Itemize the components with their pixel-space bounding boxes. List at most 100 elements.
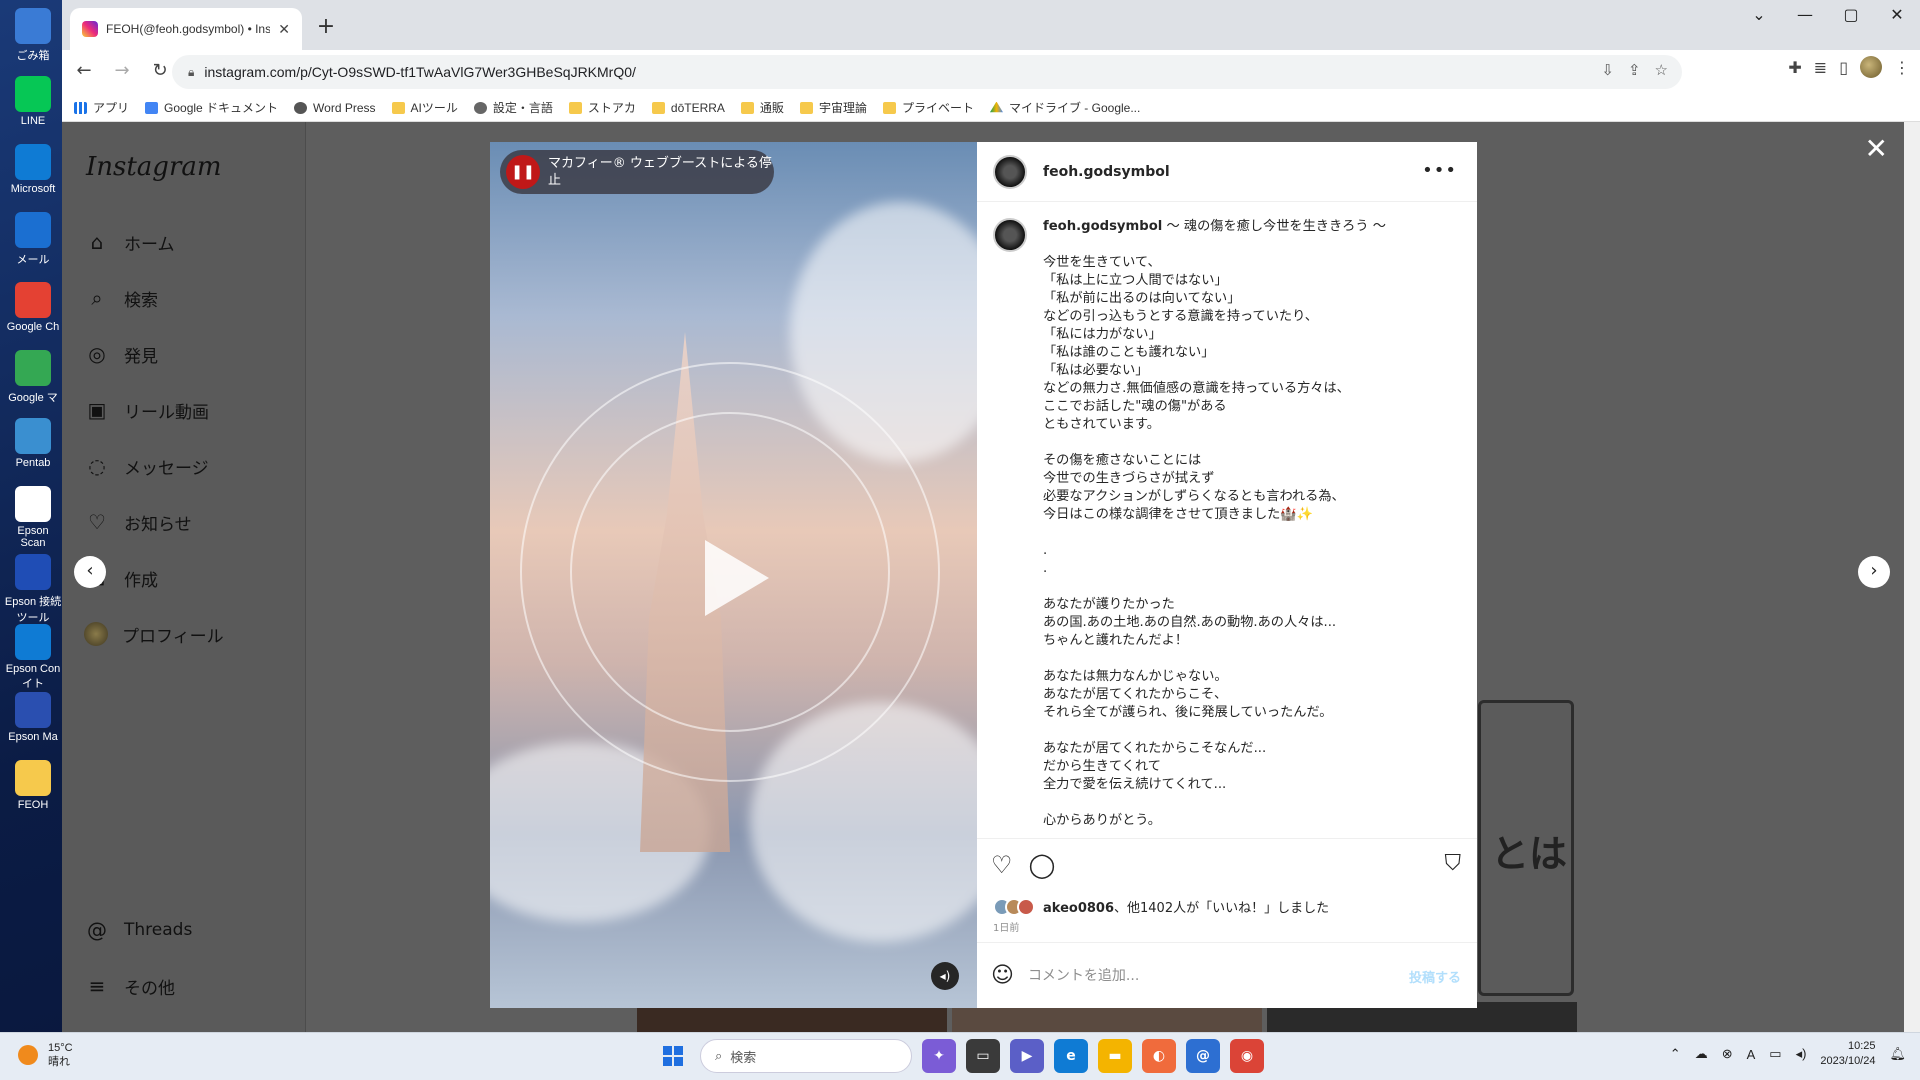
nav-item-search[interactable]: ⌕ 検索 — [84, 270, 224, 326]
mail-app[interactable]: @ — [1186, 1039, 1220, 1073]
media-icon[interactable]: ≣ — [1814, 58, 1827, 77]
search-icon: ⌕ — [715, 1048, 723, 1064]
caption-author-avatar[interactable] — [993, 218, 1027, 252]
folder-icon — [740, 101, 754, 114]
likes-count-text[interactable]: 、他1402人が「いいね！」しました — [1114, 901, 1329, 916]
taskbar-search[interactable]: ⌕ 検索 — [700, 1039, 912, 1073]
save-bookmark-icon[interactable]: ⛉ — [1444, 851, 1461, 876]
nav-item-reels[interactable]: ▣ リール動画 — [84, 382, 224, 438]
bookmark-item[interactable]: 宇宙理論 — [799, 99, 867, 116]
tab-bar: FEOH(@feoh.godsymbol) • Insta ✕ + ⌄ — ▢ … — [62, 0, 1920, 50]
post-date[interactable]: 1日前 — [993, 919, 1019, 934]
like-heart-icon[interactable]: ♡ — [991, 851, 1013, 879]
desktop-icon[interactable]: メール — [4, 208, 62, 288]
bookmark-item[interactable]: 設定・言語 — [473, 99, 553, 116]
copilot-app[interactable]: ✦ — [922, 1039, 956, 1073]
app-icon — [15, 624, 51, 660]
post-panel: feoh.godsymbol ••• feoh.godsymbol 〜 魂の傷を… — [977, 142, 1477, 1008]
audio-icon[interactable]: ◂) — [931, 962, 959, 990]
pause-icon[interactable]: ❚❚ — [506, 155, 540, 189]
close-modal-icon[interactable]: ✕ — [1865, 132, 1888, 165]
teams-app[interactable]: ▶ — [1010, 1039, 1044, 1073]
instagram-logo[interactable]: Instagram — [86, 152, 222, 182]
more-options-icon[interactable]: ••• — [1422, 160, 1457, 181]
post-comment-button[interactable]: 投稿する — [1409, 967, 1461, 986]
new-tab-button[interactable]: + — [312, 14, 340, 42]
chrome-app[interactable]: ◉ — [1230, 1039, 1264, 1073]
tab-close-icon[interactable]: ✕ — [278, 21, 290, 38]
likes-user[interactable]: akeo0806 — [1043, 901, 1114, 916]
tab-title: FEOH(@feoh.godsymbol) • Insta — [106, 22, 271, 36]
author-username[interactable]: feoh.godsymbol — [1043, 164, 1170, 180]
nav-item-profile-avatar[interactable]: プロフィール — [84, 606, 224, 662]
bookmark-item[interactable]: Word Press — [294, 101, 376, 115]
browser-tab[interactable]: FEOH(@feoh.godsymbol) • Insta ✕ — [70, 8, 302, 50]
explorer-app[interactable]: ▬ — [1098, 1039, 1132, 1073]
app-icon — [15, 8, 51, 44]
nav-item-home[interactable]: ⌂ ホーム — [84, 214, 224, 270]
nav-item-messenger[interactable]: ◌ メッセージ — [84, 438, 224, 494]
caption-title: 〜 魂の傷を癒し今世を生ききろう 〜 — [1166, 219, 1386, 234]
tab-search-icon[interactable]: ⌄ — [1736, 0, 1782, 32]
onedrive-icon[interactable]: ☁ — [1695, 1046, 1708, 1062]
weather-widget[interactable]: 15°C 晴れ — [18, 1041, 73, 1069]
task-view-app[interactable]: ▭ — [966, 1039, 1000, 1073]
ime-icon[interactable]: A — [1747, 1047, 1756, 1062]
bookmark-item[interactable]: プライベート — [882, 99, 974, 116]
extensions-icon[interactable]: ✚ — [1788, 58, 1801, 77]
maximize-button[interactable]: ▢ — [1828, 0, 1874, 32]
author-avatar[interactable] — [993, 154, 1027, 189]
desktop-icon[interactable]: FEOH — [4, 756, 62, 836]
minimize-button[interactable]: — — [1782, 0, 1828, 32]
next-post-button[interactable]: › — [1858, 556, 1890, 588]
browser-menu-icon[interactable]: ⋮ — [1894, 58, 1910, 77]
nav-item-compass[interactable]: ◎ 発見 — [84, 326, 224, 382]
mcafee-paused-banner[interactable]: ❚❚ マカフィー® ウェブブーストによる停止 — [500, 150, 774, 194]
caption-row: feoh.godsymbol 〜 魂の傷を癒し今世を生ききろう 〜 今世を生きて… — [993, 218, 1461, 830]
bookmark-item[interactable]: dōTERRA — [651, 100, 725, 115]
comment-input[interactable] — [1027, 967, 1388, 984]
clock[interactable]: 10:25 2023/10/24 — [1820, 1039, 1875, 1069]
bookmark-item[interactable]: AIツール — [391, 99, 458, 116]
address-bar[interactable]: 🔒︎ instagram.com/p/Cyt-O9sSWD-tf1TwAaVlG… — [172, 55, 1682, 89]
caption-username[interactable]: feoh.godsymbol — [1043, 219, 1162, 234]
sketch-app[interactable]: ◐ — [1142, 1039, 1176, 1073]
side-panel-icon[interactable]: ▯ — [1839, 58, 1848, 77]
share-icon[interactable]: ⇪ — [1628, 61, 1641, 79]
play-icon[interactable] — [705, 540, 769, 616]
bookmark-item[interactable]: ストアカ — [568, 99, 636, 116]
desktop-icon[interactable]: Epson 接続ツール — [4, 550, 62, 630]
bookmark-label: dōTERRA — [670, 100, 725, 115]
volume-icon[interactable]: ◂) — [1796, 1046, 1807, 1062]
comment-icon[interactable]: ◯ — [1029, 851, 1056, 879]
emoji-icon[interactable]: ☺ — [991, 963, 1014, 988]
bookmark-star-icon[interactable]: ☆ — [1655, 61, 1668, 79]
nav-item-menu[interactable]: ≡ その他 — [84, 958, 192, 1014]
nav-item-heart[interactable]: ♡ お知らせ — [84, 494, 224, 550]
bookmarks-bar: アプリ Google ドキュメント Word Press AIツール 設定・言語 ストアカ… — [62, 94, 1920, 122]
nav-item-threads[interactable]: @ Threads — [84, 902, 192, 958]
edge-app[interactable]: e — [1054, 1039, 1088, 1073]
window-controls: ⌄ — ▢ ✕ — [1736, 0, 1920, 32]
nav-label: 検索 — [124, 290, 158, 311]
bookmark-item[interactable]: 通販 — [740, 99, 784, 116]
video-player[interactable]: ❚❚ マカフィー® ウェブブーストによる停止 ◂) — [490, 142, 977, 1008]
back-button[interactable]: ← — [68, 56, 100, 88]
weather-condition: 晴れ — [48, 1056, 70, 1068]
nav-item-create[interactable]: ⊞作成 — [84, 550, 224, 606]
page-scrollbar[interactable] — [1904, 122, 1920, 1032]
close-window-button[interactable]: ✕ — [1874, 0, 1920, 32]
bookmark-item[interactable]: マイドライブ - Google... — [989, 99, 1140, 116]
sun-icon — [18, 1045, 38, 1065]
tray-overflow-icon[interactable]: ⌃ — [1670, 1046, 1681, 1062]
forward-button[interactable]: → — [106, 56, 138, 88]
network-icon[interactable]: ▭ — [1769, 1046, 1781, 1062]
install-icon[interactable]: ⇩ — [1601, 61, 1614, 79]
bookmark-item[interactable]: アプリ — [74, 99, 129, 116]
notification-bell-icon[interactable]: 🔔︎ — [1889, 1046, 1906, 1062]
previous-post-button[interactable]: ‹ — [74, 556, 106, 588]
tray-app-icon[interactable]: ⊗ — [1722, 1046, 1733, 1062]
bookmark-item[interactable]: Google ドキュメント — [145, 99, 278, 116]
profile-avatar-icon[interactable] — [1860, 56, 1882, 78]
start-button[interactable] — [656, 1039, 690, 1073]
